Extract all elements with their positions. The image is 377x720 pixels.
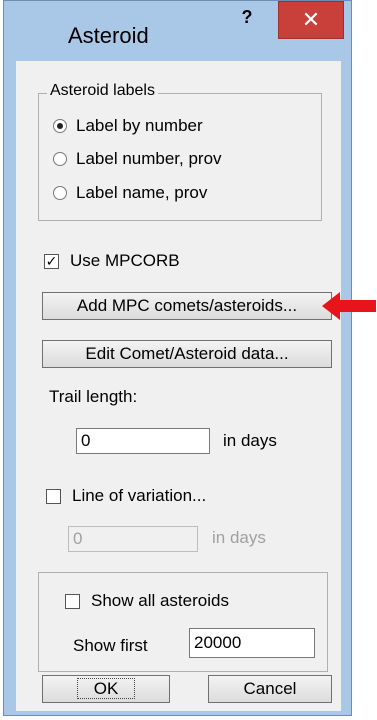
ok-label: OK bbox=[76, 678, 136, 699]
radio-button[interactable] bbox=[53, 119, 67, 133]
checkbox-label: Use MPCORB bbox=[70, 251, 180, 270]
checkbox-box[interactable] bbox=[65, 593, 80, 609]
line-of-variation-input: 0 bbox=[68, 526, 198, 552]
line-of-variation-checkbox[interactable]: Line of variation... bbox=[46, 486, 206, 506]
dialog-client: Asteroid labels Label by number Label nu… bbox=[16, 61, 341, 711]
radio-label: Label by number bbox=[76, 116, 203, 135]
checkbox-label: Line of variation... bbox=[72, 486, 207, 505]
use-mpcorb-checkbox[interactable]: ✓ Use MPCORB bbox=[44, 251, 180, 271]
dialog-title: Asteroid bbox=[68, 23, 149, 48]
checkbox-box[interactable] bbox=[46, 488, 61, 504]
checkbox-label: Show all asteroids bbox=[91, 591, 229, 610]
red-arrow-icon bbox=[322, 292, 376, 320]
close-icon: ✕ bbox=[301, 7, 321, 32]
edit-comet-asteroid-button[interactable]: Edit Comet/Asteroid data... bbox=[42, 340, 332, 368]
ok-button[interactable]: OK bbox=[42, 675, 170, 703]
group-legend: Asteroid labels bbox=[47, 82, 158, 100]
radio-label-by-number[interactable]: Label by number bbox=[53, 116, 203, 136]
trail-length-input[interactable]: 0 bbox=[76, 428, 210, 454]
close-button[interactable]: ✕ bbox=[278, 1, 344, 39]
variation-unit-label: in days bbox=[212, 528, 266, 547]
add-mpc-button[interactable]: Add MPC comets/asteroids... bbox=[42, 292, 332, 320]
arrow-shape bbox=[322, 292, 376, 320]
show-first-label: Show first bbox=[73, 636, 148, 655]
radio-label: Label number, prov bbox=[76, 149, 222, 168]
show-all-asteroids-checkbox[interactable]: Show all asteroids bbox=[65, 591, 229, 611]
help-icon[interactable]: ? bbox=[235, 6, 259, 30]
radio-label-name-prov[interactable]: Label name, prov bbox=[53, 183, 207, 203]
show-asteroids-group: Show all asteroids Show first 20000 bbox=[38, 572, 328, 672]
radio-button[interactable] bbox=[53, 186, 67, 200]
radio-label: Label name, prov bbox=[76, 183, 208, 202]
cancel-button[interactable]: Cancel bbox=[208, 675, 332, 703]
trail-length-label: Trail length: bbox=[49, 387, 138, 406]
radio-button[interactable] bbox=[53, 152, 67, 166]
checkbox-box[interactable]: ✓ bbox=[44, 253, 59, 269]
trail-unit-label: in days bbox=[223, 431, 277, 450]
radio-label-number-prov[interactable]: Label number, prov bbox=[53, 149, 222, 169]
radio-dot bbox=[57, 123, 63, 129]
dialog-window: Asteroid ? ✕ Asteroid labels Label by nu… bbox=[3, 0, 352, 716]
asteroid-labels-group: Asteroid labels Label by number Label nu… bbox=[38, 82, 322, 221]
show-first-input[interactable]: 20000 bbox=[189, 628, 315, 658]
